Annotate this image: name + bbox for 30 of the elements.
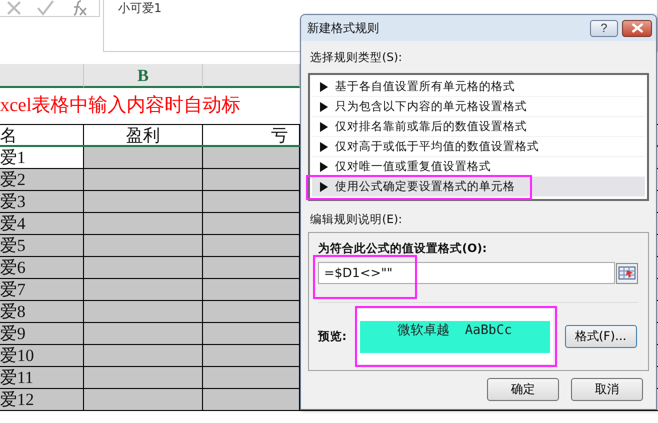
dialog-title: 新建格式规则 (307, 20, 380, 36)
rule-type-item[interactable]: 仅对排名靠前或靠后的数值设置格式 (312, 117, 645, 137)
rule-type-item[interactable]: 基于各自值设置所有单元格的格式 (312, 77, 645, 97)
column-header[interactable]: B (84, 64, 203, 88)
table-cell: 爱6 (0, 257, 84, 278)
table-cell: 爱9 (0, 323, 84, 344)
table-cell: 爱12 (0, 389, 84, 410)
help-button[interactable]: ? (590, 20, 618, 36)
table-cell: 爱7 (0, 279, 84, 300)
table-cell: 盈利 (84, 125, 203, 145)
rule-type-item[interactable]: 只为包含以下内容的单元格设置格式 (312, 97, 645, 117)
section-label: 编辑规则说明(E): (309, 211, 404, 227)
dialog-button[interactable]: 取消 (571, 378, 643, 401)
table-cell: 爱2 (0, 169, 84, 190)
table-cell: 爱8 (0, 301, 84, 322)
formula-label: 为符合此公式的值设置格式(O): (318, 241, 488, 256)
table-cell: 爱3 (0, 191, 84, 212)
table-cell: 爱11 (0, 367, 84, 388)
table-cell: 爱10 (0, 345, 84, 366)
formula-field[interactable]: =$D1<>"" (318, 262, 615, 284)
sheet-title: xcel表格中输入内容时自动标 (0, 95, 241, 116)
table-cell: 名 (0, 125, 84, 145)
table-cell: 爱4 (0, 213, 84, 234)
section-label: 选择规则类型(S): (309, 49, 404, 65)
preview-sample: 微软卓越 AaBbCc (360, 320, 550, 352)
table-cell: 爱5 (0, 235, 84, 256)
preview-label: 预览: (318, 329, 347, 344)
dialog-button[interactable]: 确定 (487, 378, 559, 401)
format-button[interactable]: 格式(F)... (564, 325, 637, 348)
rule-type-item[interactable]: 仅对高于或低于平均值的数值设置格式 (312, 137, 645, 157)
